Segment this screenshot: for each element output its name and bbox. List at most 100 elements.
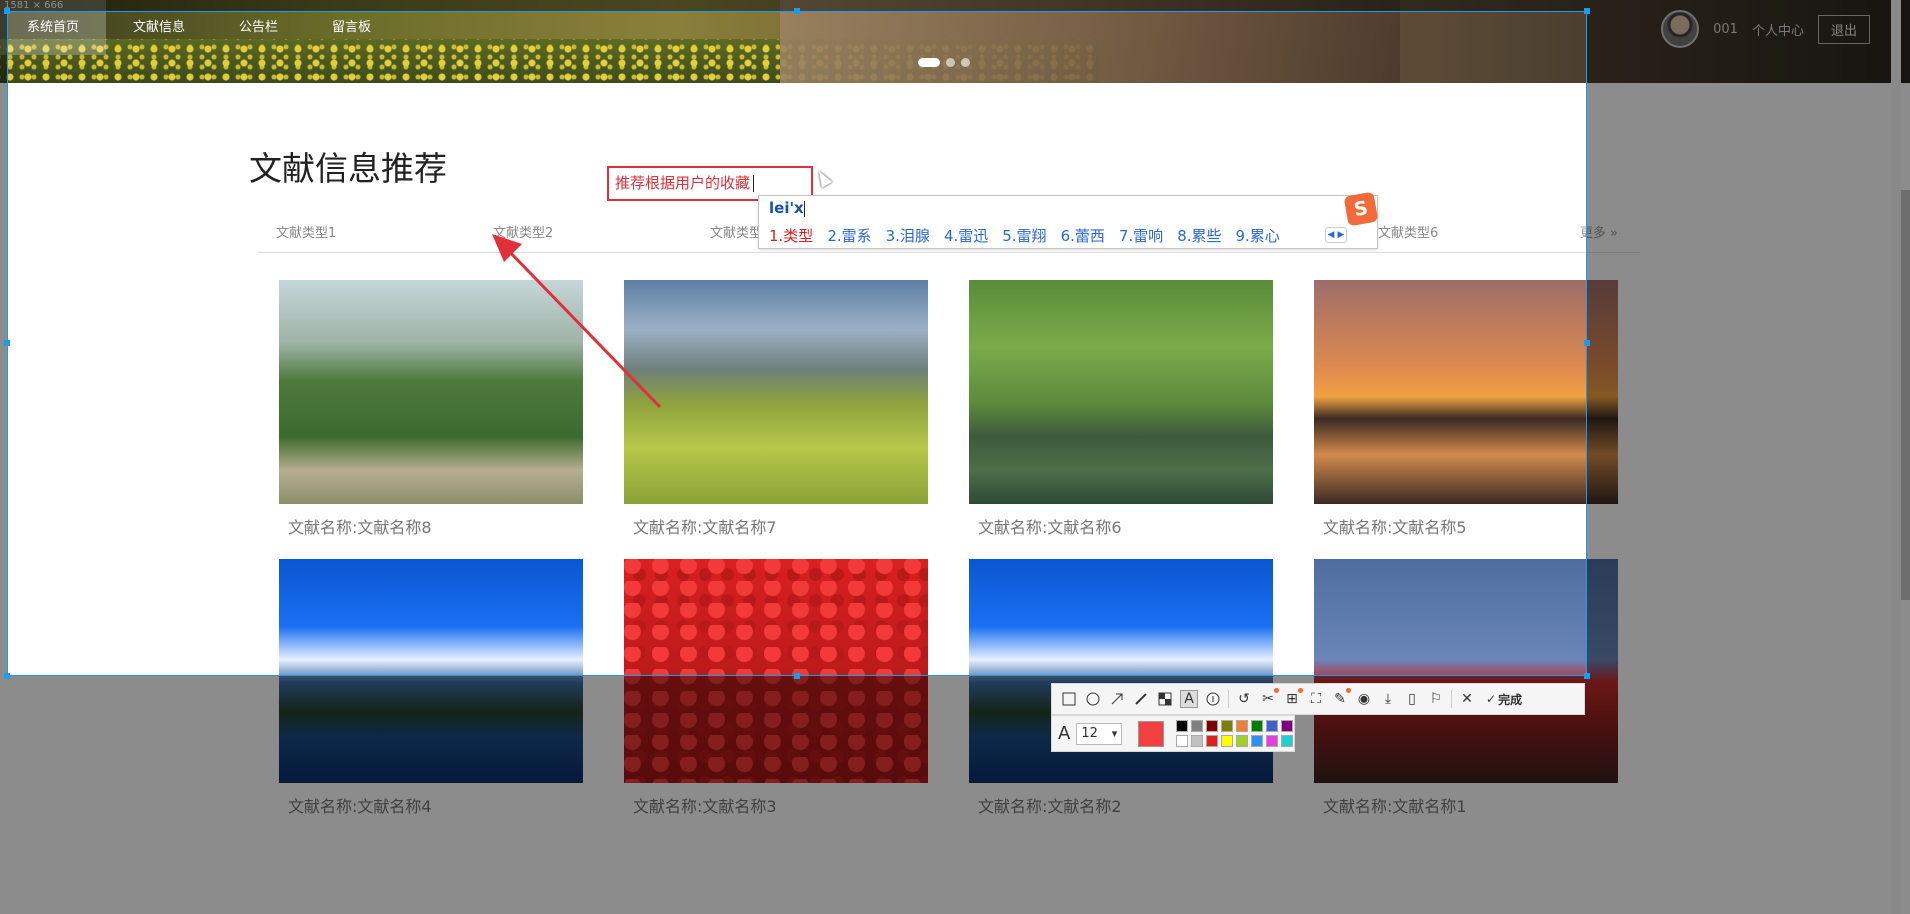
ime-pager[interactable]: ◀ ▶ bbox=[1325, 227, 1347, 243]
tab-type-6[interactable]: 文献类型6 bbox=[1378, 222, 1438, 241]
card-title[interactable]: 文献名称:文献名称3 bbox=[624, 793, 928, 817]
scroll-capture-icon[interactable]: ⛶ bbox=[1307, 690, 1325, 708]
color-swatch[interactable] bbox=[1266, 720, 1279, 732]
resize-handle[interactable] bbox=[794, 8, 800, 14]
literature-card[interactable]: 文献名称:文献名称4 bbox=[279, 559, 583, 817]
carousel-dot-active[interactable] bbox=[918, 58, 940, 67]
color-swatch[interactable] bbox=[1176, 735, 1189, 747]
color-swatch[interactable] bbox=[1236, 720, 1249, 732]
card-title[interactable]: 文献名称:文献名称7 bbox=[624, 514, 928, 538]
color-swatch[interactable] bbox=[1191, 720, 1204, 732]
sogou-logo-icon[interactable]: S bbox=[1343, 191, 1379, 227]
ime-candidate[interactable]: 4.雷迅 bbox=[944, 225, 988, 246]
check-icon: ✓ bbox=[1486, 692, 1497, 706]
nav-item-messages[interactable]: 留言板 bbox=[305, 0, 398, 55]
scrollbar-thumb[interactable] bbox=[1901, 190, 1910, 600]
color-swatch[interactable] bbox=[1221, 735, 1234, 747]
number-icon[interactable] bbox=[1204, 690, 1222, 708]
color-swatch[interactable] bbox=[1191, 735, 1204, 747]
chevron-right-icon[interactable]: ▶ bbox=[1338, 230, 1345, 240]
avatar[interactable] bbox=[1661, 10, 1700, 48]
resize-handle[interactable] bbox=[4, 340, 10, 346]
color-swatch[interactable] bbox=[1221, 720, 1234, 732]
pin-icon[interactable]: ✂ bbox=[1259, 688, 1279, 708]
literature-card[interactable]: 文献名称:文献名称3 bbox=[624, 559, 928, 817]
tab-type-2[interactable]: 文献类型2 bbox=[493, 222, 553, 241]
logout-button[interactable]: 退出 bbox=[1817, 14, 1870, 44]
resize-handle[interactable] bbox=[4, 673, 10, 679]
carousel-dot[interactable] bbox=[961, 58, 970, 67]
resize-handle[interactable] bbox=[794, 673, 800, 679]
card-title[interactable]: 文献名称:文献名称6 bbox=[969, 514, 1273, 538]
tab-type-1[interactable]: 文献类型1 bbox=[276, 222, 336, 241]
user-center-link[interactable]: 个人中心 bbox=[1752, 20, 1804, 39]
finish-button[interactable]: ✓ 完成 bbox=[1486, 691, 1522, 708]
resize-handle[interactable] bbox=[4, 8, 10, 14]
card-image[interactable] bbox=[279, 559, 583, 783]
ellipse-icon[interactable] bbox=[1084, 690, 1102, 708]
resize-handle[interactable] bbox=[1584, 340, 1590, 346]
mosaic-icon[interactable] bbox=[1156, 690, 1174, 708]
color-swatch[interactable] bbox=[1266, 735, 1279, 747]
ime-candidate-list: 1.类型 2.雷系 3.泪腺 4.雷迅 5.雷翔 6.蕾西 7.雷响 8.累些 … bbox=[769, 225, 1280, 246]
arrow-icon[interactable] bbox=[1108, 690, 1126, 708]
card-image[interactable] bbox=[624, 280, 928, 504]
ime-candidate[interactable]: 7.雷响 bbox=[1119, 225, 1163, 246]
capture-shade-right bbox=[1587, 11, 1910, 676]
font-size-select[interactable]: 12 bbox=[1076, 722, 1123, 745]
resize-handle[interactable] bbox=[1584, 673, 1590, 679]
pen-icon[interactable] bbox=[1132, 690, 1150, 708]
phone-icon[interactable]: ▯ bbox=[1403, 690, 1421, 708]
card-image[interactable] bbox=[1314, 280, 1618, 504]
more-link[interactable]: 更多 » bbox=[1580, 222, 1618, 241]
nav-item-notice[interactable]: 公告栏 bbox=[212, 0, 305, 55]
translate-icon[interactable]: ✎ bbox=[1331, 688, 1351, 708]
literature-card[interactable]: 文献名称:文献名称6 bbox=[969, 280, 1273, 538]
ime-candidate[interactable]: 3.泪腺 bbox=[886, 225, 930, 246]
rectangle-icon[interactable] bbox=[1060, 690, 1078, 708]
card-image[interactable] bbox=[1314, 559, 1618, 783]
resize-handle[interactable] bbox=[1584, 8, 1590, 14]
record-icon[interactable]: ◉ bbox=[1355, 690, 1373, 708]
color-swatch[interactable] bbox=[1251, 735, 1264, 747]
ime-candidate[interactable]: 1.类型 bbox=[769, 225, 813, 246]
text-icon[interactable]: A bbox=[1180, 690, 1198, 708]
ime-candidate[interactable]: 8.累些 bbox=[1177, 225, 1221, 246]
annotation-text: 推荐根据用户的收藏 bbox=[615, 174, 751, 192]
ime-candidate[interactable]: 5.雷翔 bbox=[1002, 225, 1046, 246]
ime-candidate[interactable]: 6.蕾西 bbox=[1061, 225, 1105, 246]
color-swatch[interactable] bbox=[1281, 720, 1294, 732]
card-title[interactable]: 文献名称:文献名称5 bbox=[1314, 514, 1618, 538]
banner-image-path bbox=[780, 0, 1400, 83]
color-swatch[interactable] bbox=[1206, 735, 1219, 747]
current-color-swatch[interactable] bbox=[1138, 720, 1165, 747]
card-image[interactable] bbox=[624, 559, 928, 783]
carousel-dot[interactable] bbox=[946, 58, 955, 67]
ime-candidate[interactable]: 9.累心 bbox=[1236, 225, 1280, 246]
color-swatch[interactable] bbox=[1251, 720, 1264, 732]
card-image[interactable] bbox=[969, 280, 1273, 504]
card-title[interactable]: 文献名称:文献名称8 bbox=[279, 514, 583, 538]
undo-icon[interactable]: ↺ bbox=[1235, 690, 1253, 708]
card-title[interactable]: 文献名称:文献名称1 bbox=[1314, 793, 1618, 817]
card-image[interactable] bbox=[279, 280, 583, 504]
card-title[interactable]: 文献名称:文献名称2 bbox=[969, 793, 1273, 817]
color-swatch[interactable] bbox=[1236, 735, 1249, 747]
carousel-indicators bbox=[918, 58, 970, 67]
capture-toolbar: A ↺ ✂ ⊞ ⛶ ✎ ◉ ⤓ ▯ ⚐ ✕ ✓ 完成 bbox=[1051, 683, 1585, 715]
nav-item-literature[interactable]: 文献信息 bbox=[106, 0, 212, 55]
literature-card[interactable]: 文献名称:文献名称7 bbox=[624, 280, 928, 538]
color-swatch[interactable] bbox=[1176, 720, 1189, 732]
ocr-icon[interactable]: ⊞ bbox=[1283, 688, 1303, 708]
literature-card[interactable]: 文献名称:文献名称5 bbox=[1314, 280, 1618, 538]
bookmark-icon[interactable]: ⚐ bbox=[1427, 690, 1445, 708]
card-title[interactable]: 文献名称:文献名称4 bbox=[279, 793, 583, 817]
toolbar-divider bbox=[1228, 690, 1229, 708]
chevron-left-icon[interactable]: ◀ bbox=[1328, 230, 1335, 240]
color-swatch[interactable] bbox=[1206, 720, 1219, 732]
download-icon[interactable]: ⤓ bbox=[1379, 690, 1397, 708]
ime-candidate[interactable]: 2.雷系 bbox=[827, 225, 871, 246]
literature-card[interactable]: 文献名称:文献名称8 bbox=[279, 280, 583, 538]
close-icon[interactable]: ✕ bbox=[1458, 690, 1476, 708]
color-swatch[interactable] bbox=[1281, 735, 1294, 747]
